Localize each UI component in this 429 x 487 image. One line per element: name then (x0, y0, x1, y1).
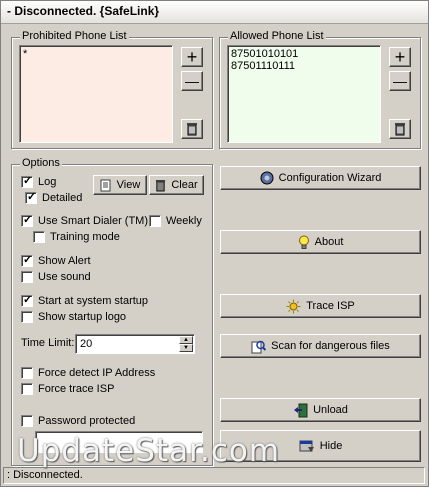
unload-label: Unload (313, 404, 348, 416)
use-sound-label: Use sound (38, 271, 91, 283)
allowed-delete-button[interactable] (389, 119, 411, 139)
training-mode-label: Training mode (50, 231, 120, 243)
checkbox-box[interactable] (149, 215, 161, 227)
document-icon (100, 179, 111, 191)
show-alert-label: Show Alert (38, 255, 91, 267)
gear-icon (260, 171, 274, 185)
allowed-list-label: Allowed Phone List (228, 30, 326, 42)
options-label: Options (20, 157, 62, 169)
title-bar[interactable]: - Disconnected. {SafeLink} (1, 1, 428, 24)
force-detect-ip-label: Force detect IP Address (38, 367, 156, 379)
list-item[interactable]: 87501110111 (231, 60, 377, 72)
checkbox-box[interactable] (21, 367, 33, 379)
password-protected-checkbox[interactable]: Password protected (21, 415, 135, 427)
prohibited-add-button[interactable]: + (181, 47, 203, 67)
smart-dialer-checkbox[interactable]: Use Smart Dialer (TM) (21, 213, 149, 227)
show-logo-label: Show startup logo (38, 311, 127, 323)
minus-icon: — (185, 73, 199, 89)
force-detect-ip-checkbox[interactable]: Force detect IP Address (21, 367, 155, 379)
checkbox-box[interactable] (21, 311, 33, 323)
checkbox-box[interactable] (21, 383, 33, 395)
about-label: About (314, 236, 344, 248)
time-limit-value: 20 (80, 338, 93, 350)
window-title: - Disconnected. {SafeLink} (7, 4, 160, 18)
force-trace-isp-label: Force trace ISP (38, 383, 115, 395)
scan-dangerous-files-label: Scan for dangerous files (271, 340, 390, 352)
unload-button[interactable]: Unload (220, 398, 421, 422)
checkbox-box[interactable] (21, 213, 33, 227)
safelink-window: - Disconnected. {SafeLink} Prohibited Ph… (0, 0, 429, 487)
hide-label: Hide (319, 440, 343, 452)
allowed-phone-list[interactable]: 87501010101 87501110111 (227, 45, 381, 143)
checkbox-box[interactable] (25, 190, 37, 204)
prohibited-remove-button[interactable]: — (181, 71, 203, 91)
updatestar-watermark: UpdateStar.com (17, 433, 281, 469)
checkbox-box[interactable] (33, 231, 45, 243)
force-trace-isp-checkbox[interactable]: Force trace ISP (21, 383, 114, 395)
start-at-startup-checkbox[interactable]: Start at system startup (21, 293, 149, 307)
hide-window-icon (299, 440, 314, 452)
trace-isp-label: Trace ISP (306, 300, 355, 312)
detailed-label: Detailed (42, 192, 83, 204)
prohibited-delete-button[interactable] (181, 119, 203, 139)
time-limit-spinner[interactable]: 20 ▲ ▼ (75, 334, 195, 354)
spin-down-icon[interactable]: ▼ (179, 344, 193, 352)
clear-label: Clear (171, 179, 198, 191)
about-button[interactable]: About (220, 230, 421, 254)
log-checkbox[interactable]: Log (21, 174, 57, 188)
plus-icon: + (186, 47, 198, 67)
view-log-button[interactable]: View (93, 175, 147, 195)
status-text: : Disconnected. (7, 469, 83, 481)
view-label: View (116, 179, 141, 191)
prohibited-list-label: Prohibited Phone List (20, 30, 129, 42)
training-mode-checkbox[interactable]: Training mode (33, 231, 120, 243)
start-at-startup-label: Start at system startup (38, 295, 149, 307)
configuration-wizard-label: Configuration Wizard (278, 172, 382, 184)
spin-up-icon[interactable]: ▲ (179, 336, 193, 344)
trash-icon (187, 123, 197, 136)
allowed-add-button[interactable]: + (389, 47, 411, 67)
weekly-label: Weekly (166, 215, 202, 227)
checkbox-box[interactable] (21, 415, 33, 427)
show-alert-checkbox[interactable]: Show Alert (21, 253, 91, 267)
clear-log-button[interactable]: Clear (149, 175, 204, 195)
checkbox-box[interactable] (21, 174, 33, 188)
log-label: Log (38, 176, 57, 188)
trash-icon (395, 123, 405, 136)
plus-icon: + (394, 47, 406, 67)
list-item[interactable]: * (23, 48, 169, 60)
trace-isp-button[interactable]: Trace ISP (220, 294, 421, 318)
checkbox-box[interactable] (21, 271, 33, 283)
weekly-checkbox[interactable]: Weekly (149, 215, 202, 227)
use-sound-checkbox[interactable]: Use sound (21, 271, 91, 283)
lightbulb-icon (298, 235, 309, 249)
checkbox-box[interactable] (21, 293, 33, 307)
configuration-wizard-button[interactable]: Configuration Wizard (220, 166, 421, 190)
detailed-checkbox[interactable]: Detailed (25, 190, 83, 204)
sun-icon (286, 299, 301, 313)
allowed-remove-button[interactable]: — (389, 71, 411, 91)
trash-icon (156, 179, 166, 191)
prohibited-phone-list[interactable]: * (19, 45, 173, 143)
smart-dialer-label: Use Smart Dialer (TM) (38, 215, 149, 227)
status-bar: : Disconnected. (3, 467, 425, 484)
password-protected-label: Password protected (38, 415, 136, 427)
minus-icon: — (393, 73, 407, 89)
scan-icon (251, 340, 267, 353)
show-logo-checkbox[interactable]: Show startup logo (21, 311, 126, 323)
list-item[interactable]: 87501010101 (231, 48, 377, 60)
checkbox-box[interactable] (21, 253, 33, 267)
time-limit-label: Time Limit: (21, 337, 75, 349)
scan-dangerous-files-button[interactable]: Scan for dangerous files (220, 334, 421, 358)
exit-door-icon (294, 403, 308, 417)
